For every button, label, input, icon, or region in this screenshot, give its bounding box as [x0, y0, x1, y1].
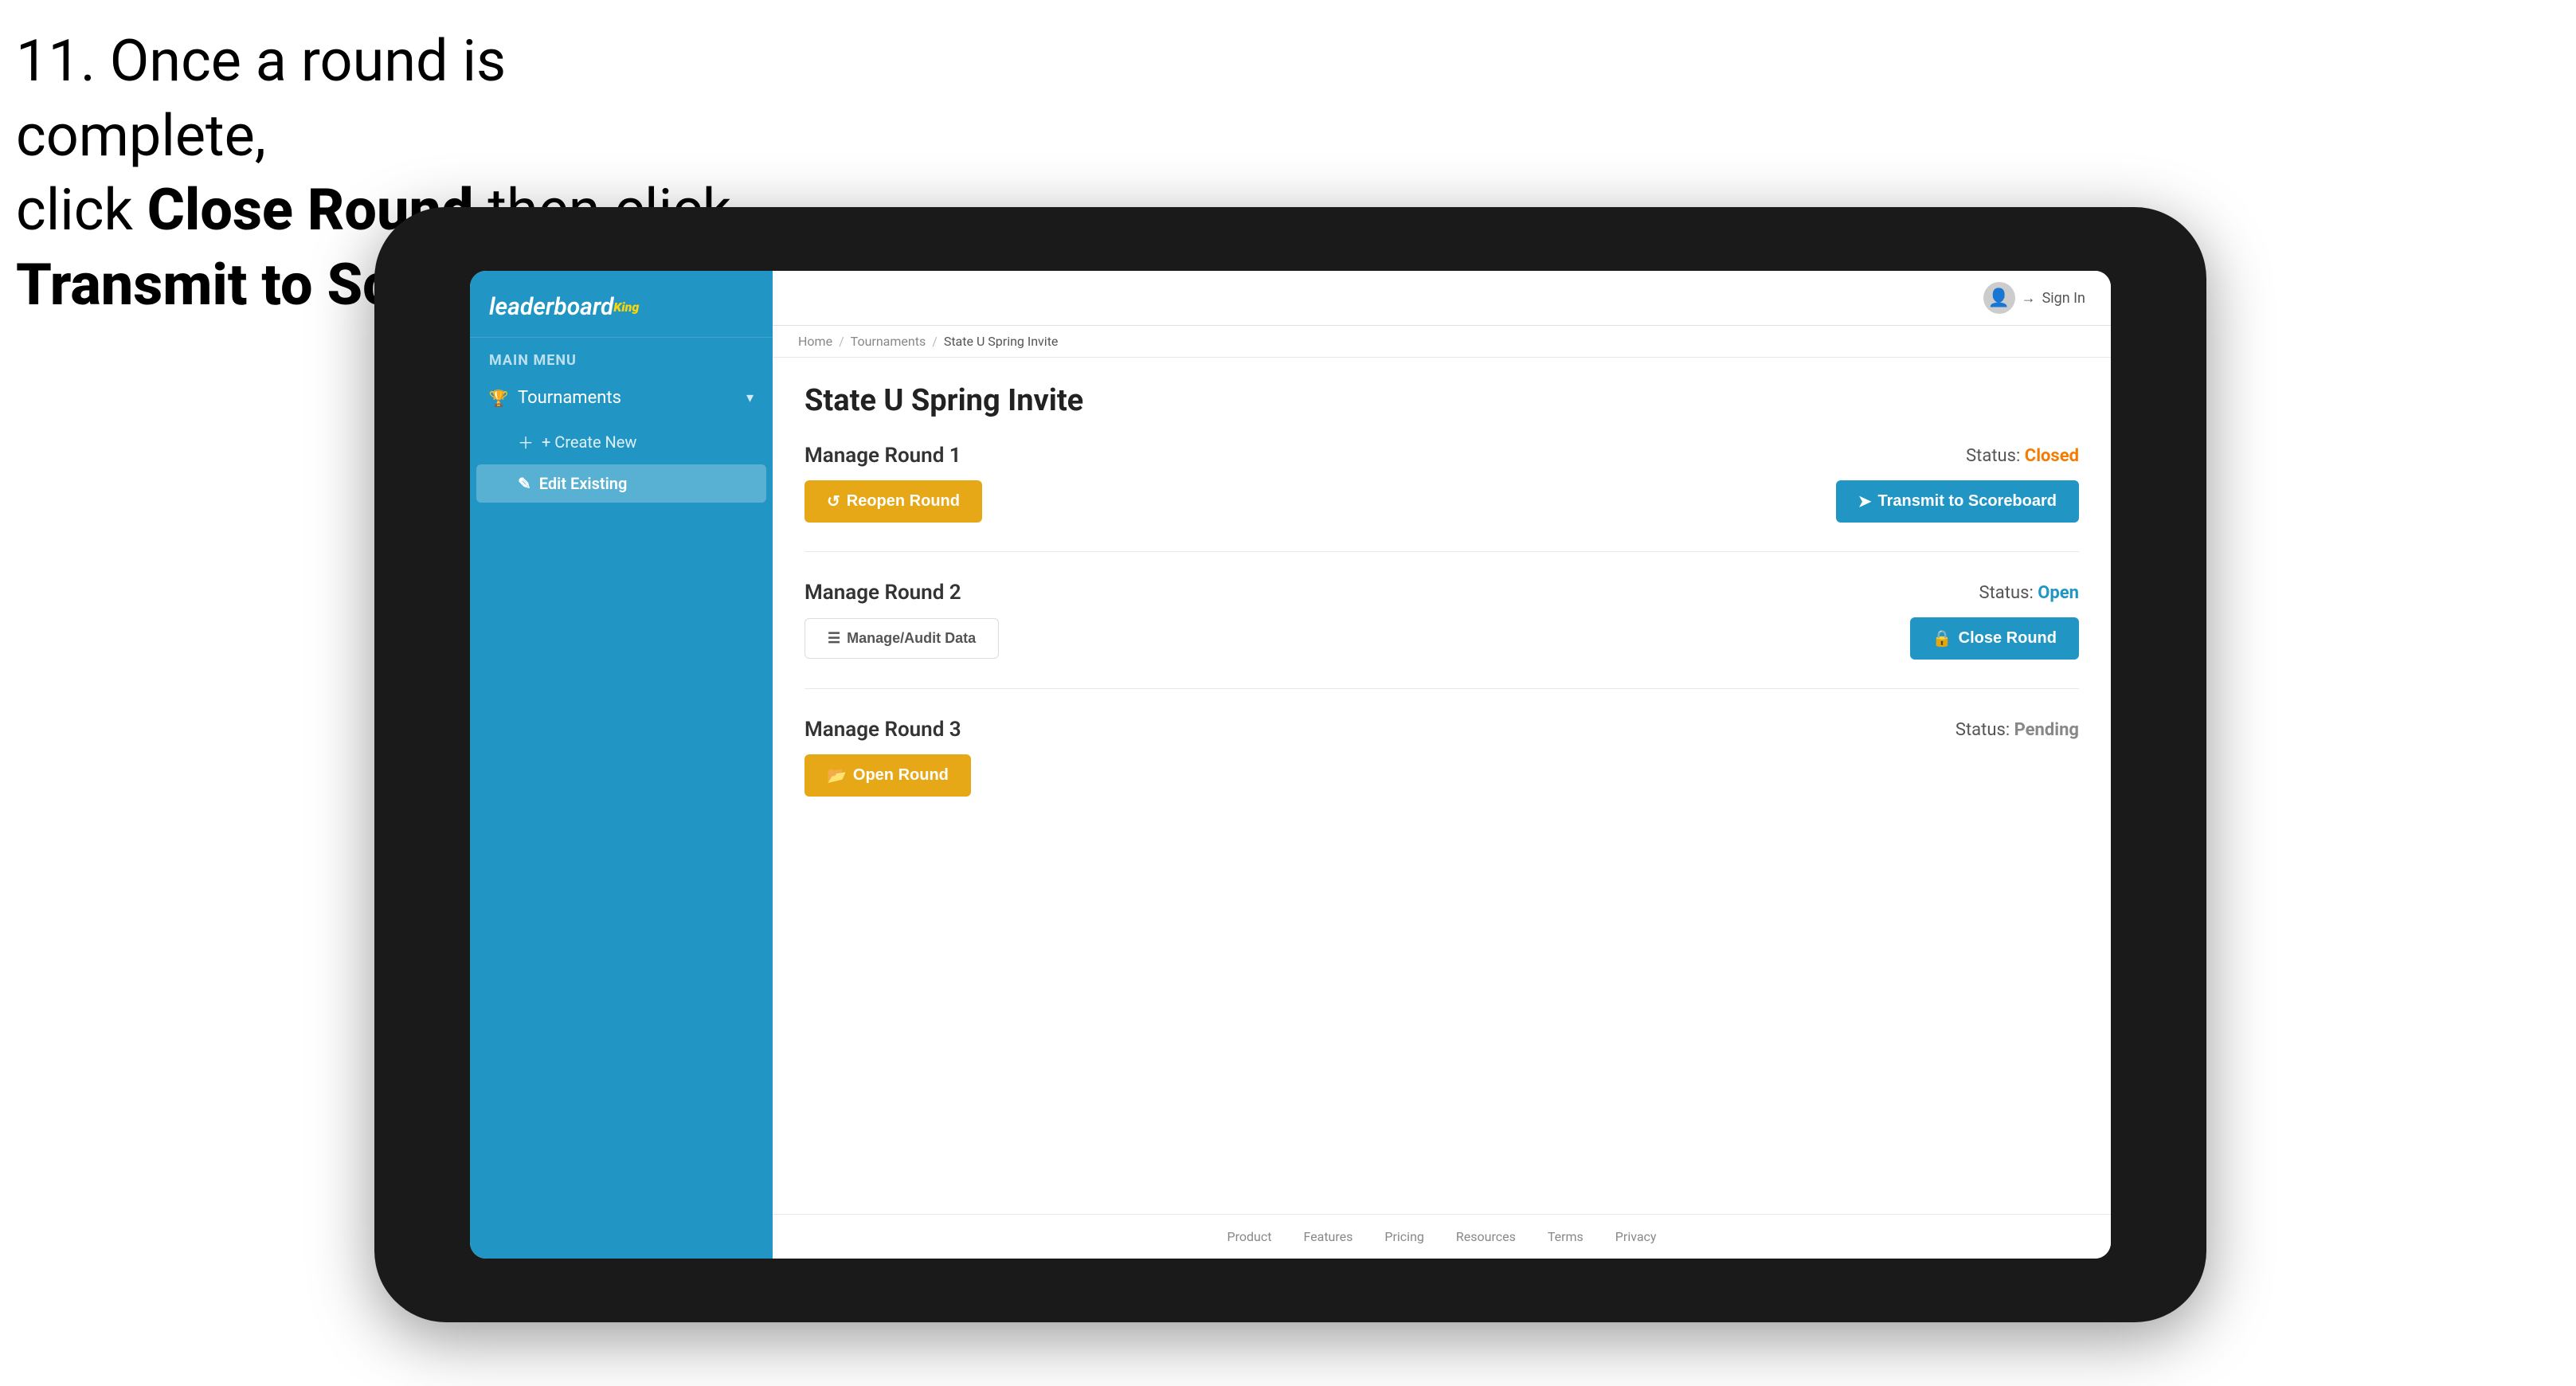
round-3-status-label: Status: — [1955, 720, 2010, 740]
instruction-line1: 11. Once a round is complete, — [16, 27, 506, 170]
sidebar-item-tournaments[interactable]: 🏆 Tournaments ▾ — [470, 375, 773, 421]
sidebar-item-create-new[interactable]: ＋ + Create New — [470, 421, 773, 463]
round-1-section: Manage Round 1 Status: Closed ↺ Reopen R… — [805, 444, 2079, 552]
logo: leaderboardKing — [489, 293, 754, 321]
sign-in-text: Sign In — [2042, 290, 2085, 307]
round-2-actions: ☰ Manage/Audit Data 🔒 Close Round — [805, 617, 2079, 660]
round-1-status: Status: Closed — [1966, 446, 2079, 466]
tablet-screen: leaderboardKing MAIN MENU 🏆 Tournaments … — [470, 271, 2111, 1259]
breadcrumb-sep-1: / — [839, 334, 844, 349]
reopen-round-label: Reopen Round — [847, 492, 960, 511]
round-3-title: Manage Round 3 — [805, 718, 961, 742]
round-2-status: Status: Open — [1979, 583, 2079, 603]
close-round-button[interactable]: 🔒 Close Round — [1910, 617, 2079, 660]
open-round-label: Open Round — [853, 766, 949, 785]
round-1-status-label: Status: — [1966, 446, 2020, 466]
manage-audit-data-button[interactable]: ☰ Manage/Audit Data — [805, 618, 999, 659]
breadcrumb-home[interactable]: Home — [798, 334, 832, 349]
create-new-icon: ＋ — [518, 430, 534, 453]
breadcrumb-current: State U Spring Invite — [944, 334, 1059, 349]
footer-terms[interactable]: Terms — [1548, 1229, 1584, 1244]
round-3-header: Manage Round 3 Status: Pending — [805, 718, 2079, 742]
audit-icon: ☰ — [828, 630, 840, 647]
round-1-status-value: Closed — [2025, 446, 2079, 466]
breadcrumb-sep-2: / — [932, 334, 938, 349]
round-1-title: Manage Round 1 — [805, 444, 961, 468]
open-icon: 📂 — [827, 765, 847, 785]
trophy-icon: 🏆 — [489, 389, 508, 408]
chevron-down-icon: ▾ — [746, 390, 754, 406]
transmit-to-scoreboard-button[interactable]: ➤ Transmit to Scoreboard — [1836, 480, 2079, 523]
logo-king-text: King — [613, 300, 639, 315]
footer-product[interactable]: Product — [1227, 1229, 1272, 1244]
sidebar-create-new-label: + Create New — [542, 433, 636, 452]
sign-in-label: → — [2022, 290, 2036, 307]
round-1-actions: ↺ Reopen Round ➤ Transmit to Scoreboard — [805, 480, 2079, 523]
round-2-status-value: Open — [2038, 583, 2079, 603]
reopen-icon: ↺ — [827, 491, 840, 511]
sidebar-logo: leaderboardKing — [470, 271, 773, 338]
logo-leaderboard-text: leaderboard — [489, 293, 613, 321]
breadcrumb-tournaments[interactable]: Tournaments — [851, 334, 926, 349]
open-round-button[interactable]: 📂 Open Round — [805, 754, 971, 797]
user-avatar-icon: 👤 — [1983, 282, 2015, 314]
round-3-status-value: Pending — [2014, 720, 2079, 740]
breadcrumb: Home / Tournaments / State U Spring Invi… — [773, 326, 2111, 358]
sidebar-edit-existing-label: Edit Existing — [539, 474, 628, 493]
footer-features[interactable]: Features — [1303, 1229, 1353, 1244]
sidebar-item-edit-existing[interactable]: ✎ Edit Existing — [476, 464, 766, 503]
footer-resources[interactable]: Resources — [1456, 1229, 1516, 1244]
footer: Product Features Pricing Resources Terms… — [773, 1214, 2111, 1259]
edit-icon: ✎ — [518, 474, 531, 493]
round-3-section: Manage Round 3 Status: Pending 📂 Open Ro… — [805, 718, 2079, 825]
sign-in-button[interactable]: 👤 → Sign In — [1983, 282, 2085, 314]
footer-privacy[interactable]: Privacy — [1615, 1229, 1657, 1244]
page-title: State U Spring Invite — [805, 383, 2079, 418]
sidebar-tournaments-label: Tournaments — [518, 388, 621, 408]
close-round-label: Close Round — [1959, 629, 2057, 648]
manage-audit-label: Manage/Audit Data — [847, 630, 976, 647]
lock-icon: 🔒 — [1932, 628, 1952, 648]
tablet-device: leaderboardKing MAIN MENU 🏆 Tournaments … — [374, 207, 2206, 1322]
round-2-title: Manage Round 2 — [805, 581, 961, 605]
round-2-header: Manage Round 2 Status: Open — [805, 581, 2079, 605]
round-2-section: Manage Round 2 Status: Open ☰ Manage/Aud… — [805, 581, 2079, 689]
round-3-actions: 📂 Open Round — [805, 754, 2079, 797]
transmit-scoreboard-label: Transmit to Scoreboard — [1878, 492, 2057, 511]
app-layout: leaderboardKing MAIN MENU 🏆 Tournaments … — [470, 271, 2111, 1259]
top-bar: 👤 → Sign In — [773, 271, 2111, 326]
content-area: State U Spring Invite Manage Round 1 Sta… — [773, 358, 2111, 1214]
reopen-round-button[interactable]: ↺ Reopen Round — [805, 480, 982, 523]
sidebar-menu-label: MAIN MENU — [470, 338, 773, 375]
round-3-status: Status: Pending — [1955, 720, 2079, 740]
round-1-header: Manage Round 1 Status: Closed — [805, 444, 2079, 468]
transmit-icon: ➤ — [1858, 491, 1872, 511]
footer-pricing[interactable]: Pricing — [1384, 1229, 1424, 1244]
round-2-status-label: Status: — [1979, 583, 2034, 603]
main-content: 👤 → Sign In Home / Tournaments / State U… — [773, 271, 2111, 1259]
sidebar: leaderboardKing MAIN MENU 🏆 Tournaments … — [470, 271, 773, 1259]
